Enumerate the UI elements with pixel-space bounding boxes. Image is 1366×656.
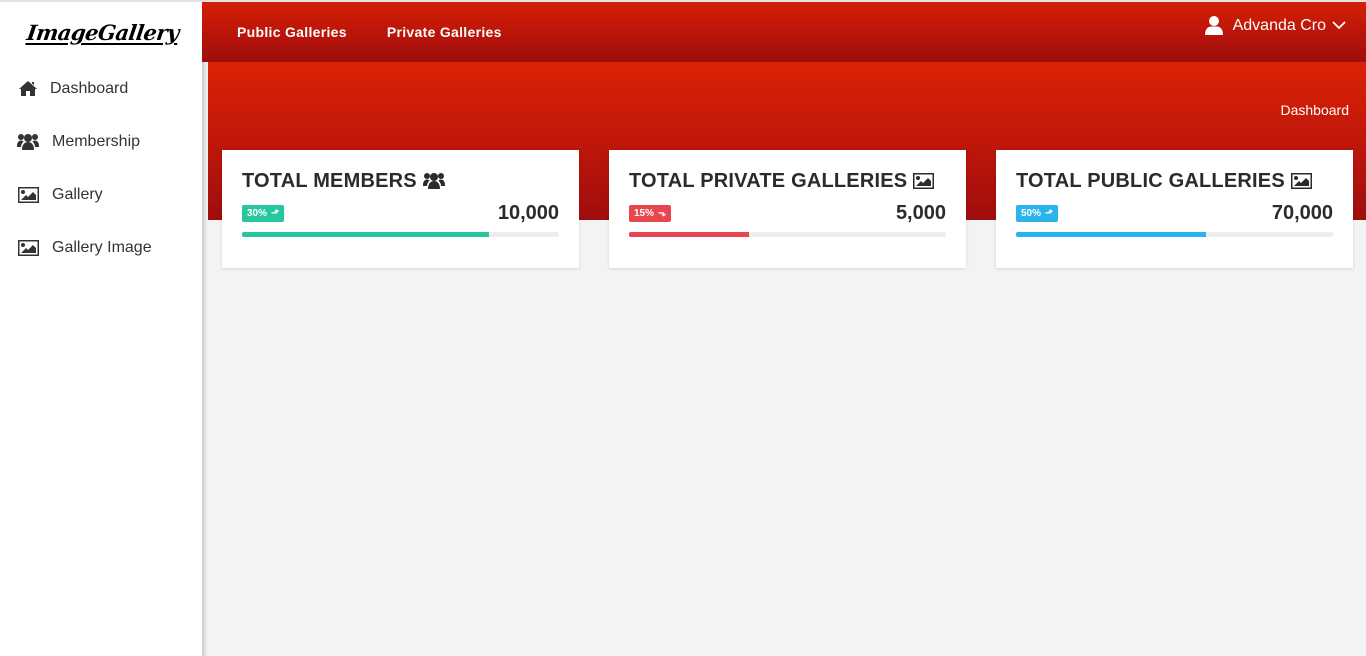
sidebar: ImageGallery Dashboard Membership Galler…	[0, 2, 202, 656]
badge-value: 30%	[247, 207, 268, 219]
users-icon	[17, 132, 39, 152]
card-value: 10,000	[497, 201, 559, 224]
home-icon	[17, 79, 39, 99]
user-name: Advanda Cro	[1232, 16, 1326, 34]
app-logo[interactable]: ImageGallery	[0, 2, 202, 62]
sidebar-nav: Dashboard Membership Gallery Gallery Ima…	[0, 62, 202, 274]
level-down-icon: ⬎	[658, 207, 667, 219]
top-nav-links: Public Galleries Private Galleries	[237, 24, 542, 40]
top-navbar: Public Galleries Private Galleries Advan…	[202, 2, 1366, 62]
nav-link-public-galleries[interactable]: Public Galleries	[237, 24, 347, 40]
level-up-icon: ⬏	[1045, 207, 1054, 219]
breadcrumb[interactable]: Dashboard	[1281, 102, 1350, 118]
sidebar-divider	[202, 62, 208, 656]
card-title-text: TOTAL MEMBERS	[242, 169, 417, 192]
card-title: TOTAL PRIVATE GALLERIES	[629, 170, 946, 192]
card-row: 30% ⬏ 10,000	[242, 202, 559, 224]
progress-bar	[242, 232, 559, 237]
image-icon	[913, 173, 935, 189]
sidebar-item-dashboard[interactable]: Dashboard	[0, 62, 202, 115]
card-title: TOTAL MEMBERS	[242, 170, 559, 192]
logo-text[interactable]: ImageGallery	[25, 20, 180, 45]
image-icon	[17, 185, 39, 205]
user-menu[interactable]: Advanda Cro	[1204, 16, 1356, 35]
card-title-text: TOTAL PUBLIC GALLERIES	[1016, 169, 1285, 192]
card-value: 5,000	[895, 201, 946, 224]
chevron-down-icon	[1332, 21, 1346, 30]
progress-fill	[629, 232, 750, 237]
progress-fill	[1016, 232, 1207, 237]
level-up-icon: ⬏	[271, 207, 280, 219]
progress-bar	[629, 232, 946, 237]
sidebar-item-label: Membership	[52, 132, 141, 150]
sidebar-item-membership[interactable]: Membership	[0, 115, 202, 168]
stat-card-total-public-galleries: TOTAL PUBLIC GALLERIES 50% ⬏ 70,000	[996, 150, 1353, 268]
card-value: 70,000	[1271, 201, 1333, 224]
trend-badge: 50% ⬏	[1016, 204, 1059, 222]
sidebar-item-gallery[interactable]: Gallery	[0, 168, 202, 221]
stat-card-total-members: TOTAL MEMBERS 30% ⬏ 10,000	[222, 150, 579, 268]
card-title-text: TOTAL PRIVATE GALLERIES	[629, 169, 908, 192]
badge-value: 50%	[1021, 207, 1042, 219]
trend-badge: 15% ⬎	[629, 204, 672, 222]
sidebar-item-label: Dashboard	[50, 79, 129, 97]
sidebar-item-label: Gallery Image	[52, 238, 152, 256]
progress-fill	[242, 232, 490, 237]
card-title: TOTAL PUBLIC GALLERIES	[1016, 170, 1333, 192]
nav-link-private-galleries[interactable]: Private Galleries	[387, 24, 502, 40]
image-icon	[1290, 173, 1312, 189]
sidebar-item-label: Gallery	[52, 185, 103, 203]
card-row: 15% ⬎ 5,000	[629, 202, 946, 224]
progress-bar	[1016, 232, 1333, 237]
trend-badge: 30% ⬏	[242, 204, 285, 222]
user-icon	[1204, 16, 1223, 35]
users-icon	[422, 173, 445, 189]
card-row: 50% ⬏ 70,000	[1016, 202, 1333, 224]
stat-card-total-private-galleries: TOTAL PRIVATE GALLERIES 15% ⬎ 5,000	[609, 150, 966, 268]
sidebar-item-gallery-image[interactable]: Gallery Image	[0, 221, 202, 274]
image-icon	[17, 238, 39, 258]
badge-value: 15%	[634, 207, 655, 219]
